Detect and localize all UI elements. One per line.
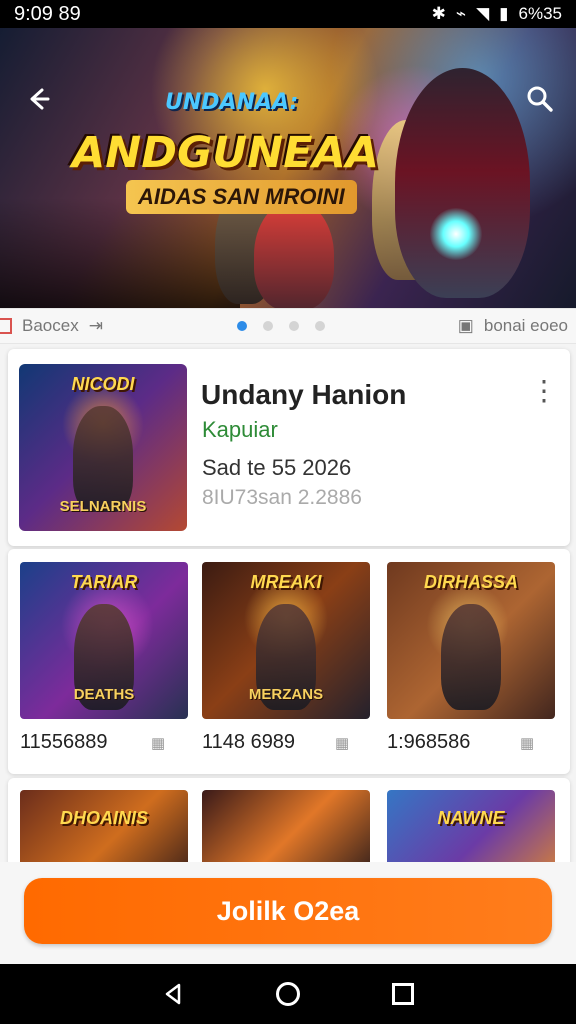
featured-subtitle: Kapuiar <box>202 417 278 442</box>
grid-icon: ▣ <box>457 316 474 335</box>
featured-game-card[interactable]: NICODI SELNARNIS Undany Hanion Kapuiar S… <box>8 349 570 546</box>
back-button[interactable] <box>17 78 59 120</box>
wifi-icon: ◥ <box>476 4 490 23</box>
triangle-left-icon <box>165 983 180 1005</box>
status-time: 9:09 89 <box>14 2 81 25</box>
hero-banner[interactable]: UNDANAA: ANDGUNEAA AIDAS SAN MROINI <box>0 28 576 308</box>
game-tile-subtitle: DEATHS <box>73 686 135 703</box>
arrow-right-icon: ⇥ <box>88 316 103 335</box>
banner-subtitle: AIDAS SAN MROINI <box>126 180 357 214</box>
game-tile[interactable]: DHOAINIS <box>20 790 188 870</box>
game-tile-character <box>441 604 501 710</box>
carousel-dots[interactable] <box>237 321 325 331</box>
circle-home-icon <box>275 982 300 1006</box>
game-tile-stat: 11556889 <box>20 731 108 753</box>
hero-character <box>254 200 334 308</box>
game-tile-subtitle: MERZANS <box>248 686 324 703</box>
bluetooth-icon: ✱ <box>431 4 446 23</box>
more-options-button[interactable]: ⋮ <box>530 373 558 407</box>
game-tile[interactable]: MREAKI MERZANS <box>202 562 370 719</box>
hero-character <box>395 68 530 298</box>
featured-thumbnail[interactable]: NICODI SELNARNIS <box>19 364 187 531</box>
game-tile-title: TARIAR <box>70 572 138 592</box>
featured-thumbnail-subtitle: SELNARNIS <box>59 498 147 515</box>
right-category[interactable]: ▣ bonai eoeo <box>458 316 568 336</box>
left-category[interactable]: Baocex ⇥ <box>0 316 103 336</box>
stats-icon[interactable]: ▦ <box>151 734 179 754</box>
featured-thumbnail-title: NICODI <box>71 374 135 394</box>
featured-date: Sad te 55 2026 <box>202 455 352 480</box>
stats-icon[interactable]: ▦ <box>520 734 548 754</box>
stats-icon[interactable]: ▦ <box>335 734 363 754</box>
back-navigation-button[interactable] <box>151 972 195 1016</box>
primary-action-button[interactable]: Jolilk O2ea <box>24 878 552 944</box>
carousel-dot[interactable] <box>289 321 299 331</box>
game-tile[interactable]: DIRHASSA <box>387 562 555 719</box>
alarm-icon: ⌁ <box>455 4 467 23</box>
carousel-dot[interactable] <box>315 321 325 331</box>
featured-character <box>73 406 133 512</box>
game-tile-title: MREAKI <box>250 572 322 592</box>
carousel-indicator-row: Baocex ⇥ ▣ bonai eoeo <box>0 308 576 344</box>
carousel-dot[interactable] <box>263 321 273 331</box>
game-tile-title: DHOAINIS <box>59 808 148 828</box>
search-icon <box>527 86 553 112</box>
battery-icon: ▮ <box>499 4 509 23</box>
square-recent-icon <box>392 983 415 1005</box>
game-tile-stat: 1:968586 <box>387 731 471 753</box>
game-tile[interactable] <box>202 790 370 870</box>
game-tile-stat: 1148 6989 <box>202 731 296 753</box>
battery-text: 6%35 <box>518 4 562 23</box>
game-tile[interactable]: NAWNE <box>387 790 555 870</box>
game-grid-card: TARIAR DEATHS MREAKI MERZANS DIRHASSA 11… <box>8 549 570 774</box>
game-tile[interactable]: TARIAR DEATHS <box>20 562 188 719</box>
left-category-label: Baocex <box>22 316 79 335</box>
bracket-icon <box>0 318 12 334</box>
android-navigation-bar <box>0 964 576 1024</box>
more-vertical-icon: ⋮ <box>530 374 558 406</box>
cta-container: Jolilk O2ea <box>0 862 576 964</box>
banner-crowd <box>0 198 240 308</box>
status-bar: 9:09 89 ✱ ⌁ ◥ ▮ 6%35 <box>0 0 576 28</box>
banner-kicker: UNDANAA: <box>165 90 299 115</box>
game-tile-title: NAWNE <box>437 808 505 828</box>
featured-meta: 8IU73san 2.2886 <box>202 486 362 509</box>
carousel-dot-active[interactable] <box>237 321 247 331</box>
search-button[interactable] <box>519 78 561 120</box>
status-icons: ✱ ⌁ ◥ ▮ 6%35 <box>432 4 562 24</box>
magic-glow <box>430 208 482 260</box>
game-store-screen: 9:09 89 ✱ ⌁ ◥ ▮ 6%35 UNDANAA: ANDGUNEAA … <box>0 0 576 1024</box>
recent-apps-button[interactable] <box>381 972 425 1016</box>
banner-title: ANDGUNEAA <box>72 128 380 178</box>
right-category-label: bonai eoeo <box>483 316 568 335</box>
more-games-row: DHOAINIS NAWNE <box>8 778 570 870</box>
game-tile-title: DIRHASSA <box>423 572 518 592</box>
featured-title: Undany Hanion <box>201 379 407 410</box>
arrow-left-icon <box>30 88 50 110</box>
home-navigation-button[interactable] <box>266 972 310 1016</box>
